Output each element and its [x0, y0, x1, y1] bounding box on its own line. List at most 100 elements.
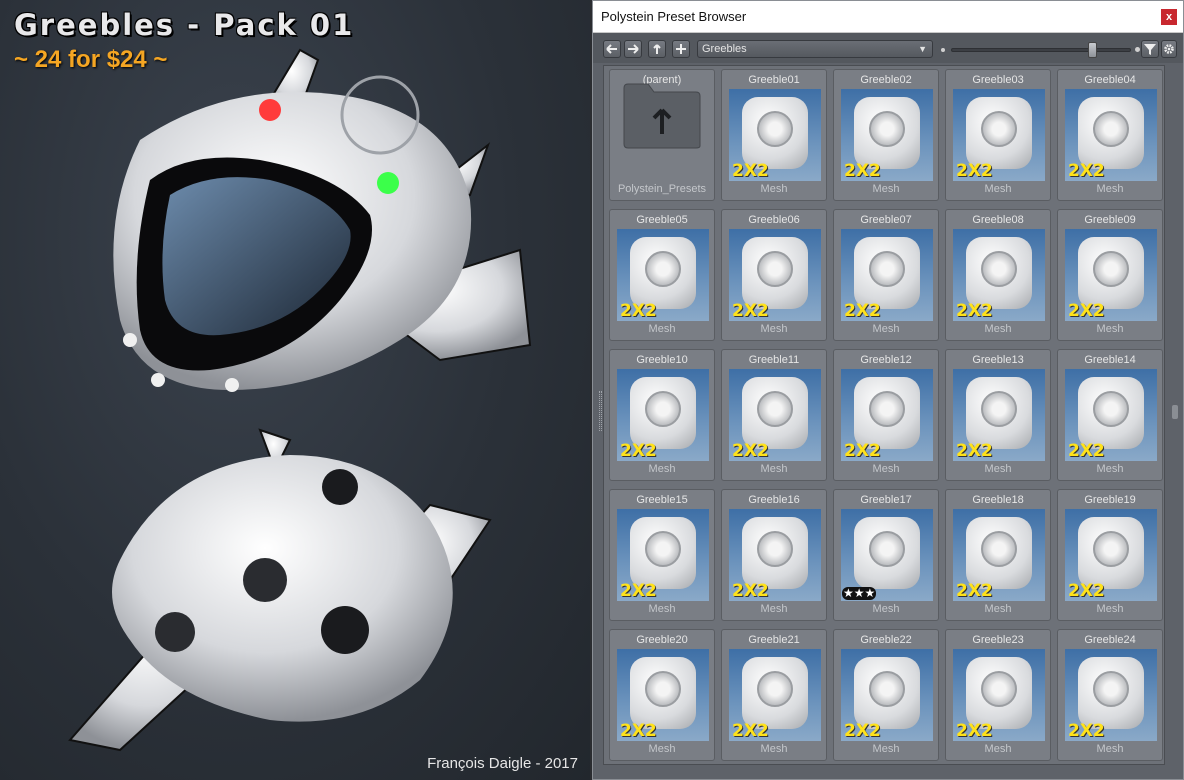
- filter-icon: [1144, 44, 1156, 55]
- preset-thumbnail: 2X2: [1065, 229, 1157, 321]
- preset-type: Mesh: [872, 743, 900, 755]
- preset-type: Mesh: [984, 603, 1012, 615]
- preset-item[interactable]: Greeble17 ★★★ Mesh: [833, 489, 939, 621]
- size-badge: 2X2: [956, 161, 993, 181]
- preset-type: Mesh: [872, 323, 900, 335]
- add-button[interactable]: [672, 40, 690, 58]
- preset-name: Greeble03: [972, 74, 1024, 86]
- size-badge: 2X2: [620, 581, 657, 601]
- preset-name: Greeble13: [972, 354, 1024, 366]
- preset-type: Mesh: [760, 603, 788, 615]
- greeble-detail-icon: [981, 111, 1017, 147]
- preset-item[interactable]: Greeble01 2X2 Mesh: [721, 69, 827, 201]
- preset-item[interactable]: Greeble22 2X2 Mesh: [833, 629, 939, 761]
- up-folder-button[interactable]: [648, 40, 666, 58]
- preset-thumbnail: 2X2: [841, 369, 933, 461]
- preset-item[interactable]: Greeble02 2X2 Mesh: [833, 69, 939, 201]
- preset-thumbnail: 2X2: [841, 649, 933, 741]
- filter-button[interactable]: [1141, 40, 1159, 58]
- preset-name: Greeble21: [748, 634, 800, 646]
- folder-up-icon: [623, 83, 701, 149]
- preset-item[interactable]: Greeble18 2X2 Mesh: [945, 489, 1051, 621]
- preset-name: Greeble18: [972, 494, 1024, 506]
- size-badge: 2X2: [956, 581, 993, 601]
- preset-type: Mesh: [984, 183, 1012, 195]
- panel-splitter[interactable]: [599, 391, 602, 431]
- preset-item[interactable]: Greeble14 2X2 Mesh: [1057, 349, 1163, 481]
- title-bar[interactable]: Polystein Preset Browser x: [593, 1, 1183, 33]
- preset-type: Mesh: [648, 463, 676, 475]
- preset-item[interactable]: Greeble06 2X2 Mesh: [721, 209, 827, 341]
- preset-item[interactable]: Greeble20 2X2 Mesh: [609, 629, 715, 761]
- forward-button[interactable]: [624, 40, 642, 58]
- thumbnail-size-slider[interactable]: [951, 42, 1131, 58]
- toolbar: Greebles ▼: [593, 33, 1183, 63]
- preset-item[interactable]: Greeble07 2X2 Mesh: [833, 209, 939, 341]
- size-badge: 2X2: [1068, 161, 1105, 181]
- preset-item[interactable]: Greeble24 2X2 Mesh: [1057, 629, 1163, 761]
- preset-item[interactable]: Greeble23 2X2 Mesh: [945, 629, 1051, 761]
- preset-grid: (parent) Polystein_Presets Greeble01 2X2 Mes…: [603, 65, 1165, 765]
- green-light: [377, 172, 399, 194]
- size-badge: 2X2: [732, 161, 769, 181]
- size-badge: 2X2: [620, 721, 657, 741]
- preset-thumbnail: 2X2: [953, 89, 1045, 181]
- preset-browser-window: Polystein Preset Browser x Greebles ▼ (p…: [592, 0, 1184, 780]
- preset-item[interactable]: Greeble05 2X2 Mesh: [609, 209, 715, 341]
- greeble-detail-icon: [869, 391, 905, 427]
- greeble-detail-icon: [869, 111, 905, 147]
- preset-thumbnail: 2X2: [1065, 509, 1157, 601]
- preset-type: Mesh: [648, 323, 676, 335]
- preset-item[interactable]: Greeble21 2X2 Mesh: [721, 629, 827, 761]
- grid-scrollbar[interactable]: [1170, 65, 1180, 765]
- preset-item[interactable]: Greeble15 2X2 Mesh: [609, 489, 715, 621]
- greeble-detail-icon: [645, 391, 681, 427]
- preset-item[interactable]: Greeble16 2X2 Mesh: [721, 489, 827, 621]
- preset-item[interactable]: Greeble08 2X2 Mesh: [945, 209, 1051, 341]
- close-button[interactable]: x: [1161, 9, 1177, 25]
- scrollbar-thumb[interactable]: [1172, 405, 1178, 419]
- settings-button[interactable]: [1161, 40, 1177, 58]
- size-badge: 2X2: [1068, 581, 1105, 601]
- size-badge: 2X2: [1068, 441, 1105, 461]
- gear-icon: [1164, 44, 1174, 54]
- preset-type: Mesh: [872, 183, 900, 195]
- preset-name: Greeble22: [860, 634, 912, 646]
- preset-item[interactable]: Greeble19 2X2 Mesh: [1057, 489, 1163, 621]
- preset-thumbnail: 2X2: [953, 229, 1045, 321]
- back-button[interactable]: [603, 40, 621, 58]
- size-badge: 2X2: [1068, 721, 1105, 741]
- folder-dropdown[interactable]: Greebles ▼: [697, 40, 933, 58]
- preset-type: Mesh: [1096, 183, 1124, 195]
- preset-item[interactable]: Greeble10 2X2 Mesh: [609, 349, 715, 481]
- preset-thumbnail: 2X2: [841, 229, 933, 321]
- preset-item[interactable]: Greeble04 2X2 Mesh: [1057, 69, 1163, 201]
- plus-icon: [676, 44, 686, 54]
- preset-thumbnail: 2X2: [953, 649, 1045, 741]
- slider-handle[interactable]: [1088, 42, 1097, 58]
- greeble-detail-icon: [645, 251, 681, 287]
- preset-item-parent[interactable]: (parent) Polystein_Presets: [609, 69, 715, 201]
- size-badge: 2X2: [956, 301, 993, 321]
- size-badge: 2X2: [956, 721, 993, 741]
- greeble-detail-icon: [1093, 111, 1129, 147]
- preset-type: Mesh: [760, 463, 788, 475]
- preset-name: Greeble07: [860, 214, 912, 226]
- preset-item[interactable]: Greeble13 2X2 Mesh: [945, 349, 1051, 481]
- size-badge: 2X2: [844, 721, 881, 741]
- greeble-detail-icon: [645, 531, 681, 567]
- preset-thumbnail: 2X2: [617, 649, 709, 741]
- preset-item[interactable]: Greeble03 2X2 Mesh: [945, 69, 1051, 201]
- size-badge: 2X2: [844, 161, 881, 181]
- preset-folder-label: Polystein_Presets: [617, 183, 707, 195]
- preset-thumbnail: 2X2: [617, 369, 709, 461]
- preset-type: Mesh: [1096, 463, 1124, 475]
- preset-item[interactable]: Greeble11 2X2 Mesh: [721, 349, 827, 481]
- preset-thumbnail: 2X2: [729, 509, 821, 601]
- preset-item[interactable]: Greeble09 2X2 Mesh: [1057, 209, 1163, 341]
- preset-item[interactable]: Greeble12 2X2 Mesh: [833, 349, 939, 481]
- greeble-detail-icon: [869, 531, 905, 567]
- preset-type: Mesh: [872, 463, 900, 475]
- size-badge: 2X2: [1068, 301, 1105, 321]
- greeble-detail-icon: [757, 391, 793, 427]
